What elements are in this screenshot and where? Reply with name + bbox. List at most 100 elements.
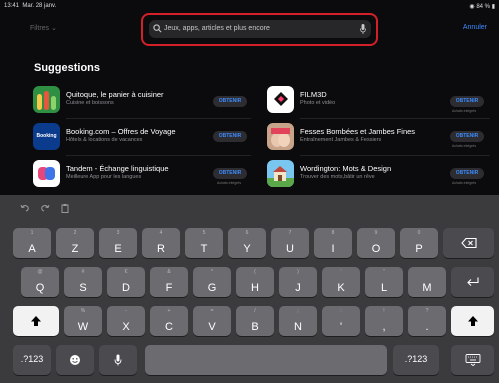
redo-icon[interactable]: [40, 203, 50, 213]
key-alt: ": [383, 269, 385, 275]
key-d[interactable]: € D: [107, 267, 145, 297]
dictation-key[interactable]: [99, 345, 137, 375]
key-b[interactable]: / B: [236, 306, 274, 336]
search-field[interactable]: Jeux, apps, articles et plus encore: [149, 20, 371, 38]
undo-icon[interactable]: [20, 203, 30, 213]
app-name: FILM3D: [300, 90, 327, 99]
suggestion-item-tandem[interactable]: Tandem - Échange linguistique Meilleure …: [33, 160, 243, 192]
key-f[interactable]: & F: [150, 267, 188, 297]
key-t[interactable]: 5T: [185, 228, 223, 258]
keyboard-toolbar: [0, 195, 499, 220]
get-button-tandem[interactable]: OBTENIR: [213, 168, 247, 179]
shift-icon: [31, 316, 41, 326]
battery-text: 84 %: [476, 4, 491, 10]
key-alt: /: [254, 308, 256, 314]
wordington-logo-icon: [267, 160, 294, 187]
key-main: M: [422, 282, 432, 294]
filters-label: Filtres: [30, 25, 50, 32]
key-main: W: [77, 321, 89, 333]
cancel-button[interactable]: Annuler: [463, 24, 487, 31]
key-k[interactable]: ' K: [322, 267, 360, 297]
key-r[interactable]: 4R: [142, 228, 180, 258]
key-x[interactable]: -X: [107, 306, 145, 336]
get-button-booking[interactable]: OBTENIR: [213, 131, 247, 142]
suggestion-item-fesses-bombees[interactable]: Fesses Bombées et Jambes Fines Entraînem…: [267, 123, 477, 155]
app-subtitle: Trouver des mots,bâtir un rêve: [300, 174, 375, 180]
key-s[interactable]: # S: [64, 267, 102, 297]
app-name: Quitoque, le panier à cuisiner: [66, 90, 164, 99]
key-c[interactable]: + C: [150, 306, 188, 336]
key-comma[interactable]: !,: [365, 306, 403, 336]
key-h[interactable]: (H: [236, 267, 274, 297]
key-main: D: [122, 282, 130, 294]
key-alt: *: [211, 269, 213, 275]
key-main: H: [251, 282, 259, 294]
key-i[interactable]: 8I: [314, 228, 352, 258]
key-n[interactable]: ; N: [279, 306, 317, 336]
search-input[interactable]: Jeux, apps, articles et plus encore: [164, 20, 354, 38]
numbers-key-right[interactable]: .?123: [393, 345, 439, 375]
suggestion-item-wordington[interactable]: Wordington: Mots & Design Trouver des mo…: [267, 160, 477, 192]
in-app-purchase-note: Achats intégrés: [452, 144, 477, 148]
key-alt: %: [80, 308, 86, 314]
return-key[interactable]: [451, 267, 494, 297]
key-apostrophe[interactable]: : ': [322, 306, 360, 336]
key-alt: 0: [417, 230, 421, 236]
key-l[interactable]: " L: [365, 267, 403, 297]
suggestion-item-film3d[interactable]: FILM3D Photo et vidéo: [267, 86, 477, 118]
key-period[interactable]: ?.: [408, 306, 446, 336]
key-main: X: [122, 321, 130, 333]
key-a[interactable]: 1A: [13, 228, 51, 258]
filters-button[interactable]: Filtres ⌄: [30, 24, 57, 32]
key-q[interactable]: @ Q: [21, 267, 59, 297]
key-main: S: [79, 282, 87, 294]
suggestion-item-quitoque[interactable]: Quitoque, le panier à cuisiner Cuisine e…: [33, 86, 243, 118]
key-alt: =: [210, 308, 214, 314]
booking-logo-text: Booking: [36, 133, 57, 139]
delete-key[interactable]: [443, 228, 494, 258]
chevron-down-icon: ⌄: [51, 25, 57, 32]
app-subtitle: Hôtels & locations de vacances: [66, 137, 143, 143]
backspace-icon: [460, 237, 477, 249]
key-j[interactable]: ) J: [279, 267, 317, 297]
key-alt: -: [125, 308, 127, 314]
key-o[interactable]: 9O: [357, 228, 395, 258]
shift-key-right[interactable]: [451, 306, 494, 336]
key-alt: ;: [297, 308, 299, 314]
wifi-icon: ◉: [469, 4, 475, 10]
space-bar[interactable]: [145, 345, 387, 375]
numbers-key-left[interactable]: .?123: [13, 345, 51, 375]
key-m[interactable]: M: [408, 267, 446, 297]
key-w[interactable]: % W: [64, 306, 102, 336]
key-e[interactable]: 3E: [99, 228, 137, 258]
key-main: U: [286, 243, 294, 255]
key-y[interactable]: 6Y: [228, 228, 266, 258]
suggestion-item-booking[interactable]: Booking Booking.com – Offres de Voyage H…: [33, 123, 243, 155]
tandem-logo-icon: [33, 160, 60, 187]
key-alt: ?: [425, 308, 429, 314]
key-p[interactable]: 0P: [400, 228, 438, 258]
app-subtitle: Photo et vidéo: [300, 100, 336, 106]
key-u[interactable]: 7U: [271, 228, 309, 258]
key-g[interactable]: * G: [193, 267, 231, 297]
separator: [300, 118, 490, 119]
get-button-fesses-bombees[interactable]: OBTENIR: [450, 131, 484, 142]
key-main: N: [294, 321, 302, 333]
paste-icon[interactable]: [60, 203, 70, 213]
get-button-film3d[interactable]: OBTENIR: [450, 96, 484, 107]
get-button-wordington[interactable]: OBTENIR: [450, 168, 484, 179]
microphone-icon[interactable]: [359, 23, 367, 35]
get-button-quitoque[interactable]: OBTENIR: [213, 96, 247, 107]
emoji-key[interactable]: [56, 345, 94, 375]
status-right: ◉ 84 % ▮: [469, 3, 495, 10]
hide-keyboard-key[interactable]: [451, 345, 494, 375]
booking-logo-icon: Booking: [33, 123, 60, 150]
key-main: I: [331, 243, 335, 255]
app-name: Tandem - Échange linguistique: [66, 164, 169, 173]
key-alt: ): [297, 269, 299, 275]
separator: [66, 118, 251, 119]
shift-key-left[interactable]: [13, 306, 59, 336]
key-alt: 6: [245, 230, 249, 236]
key-v[interactable]: = V: [193, 306, 231, 336]
key-z[interactable]: 2Z: [56, 228, 94, 258]
